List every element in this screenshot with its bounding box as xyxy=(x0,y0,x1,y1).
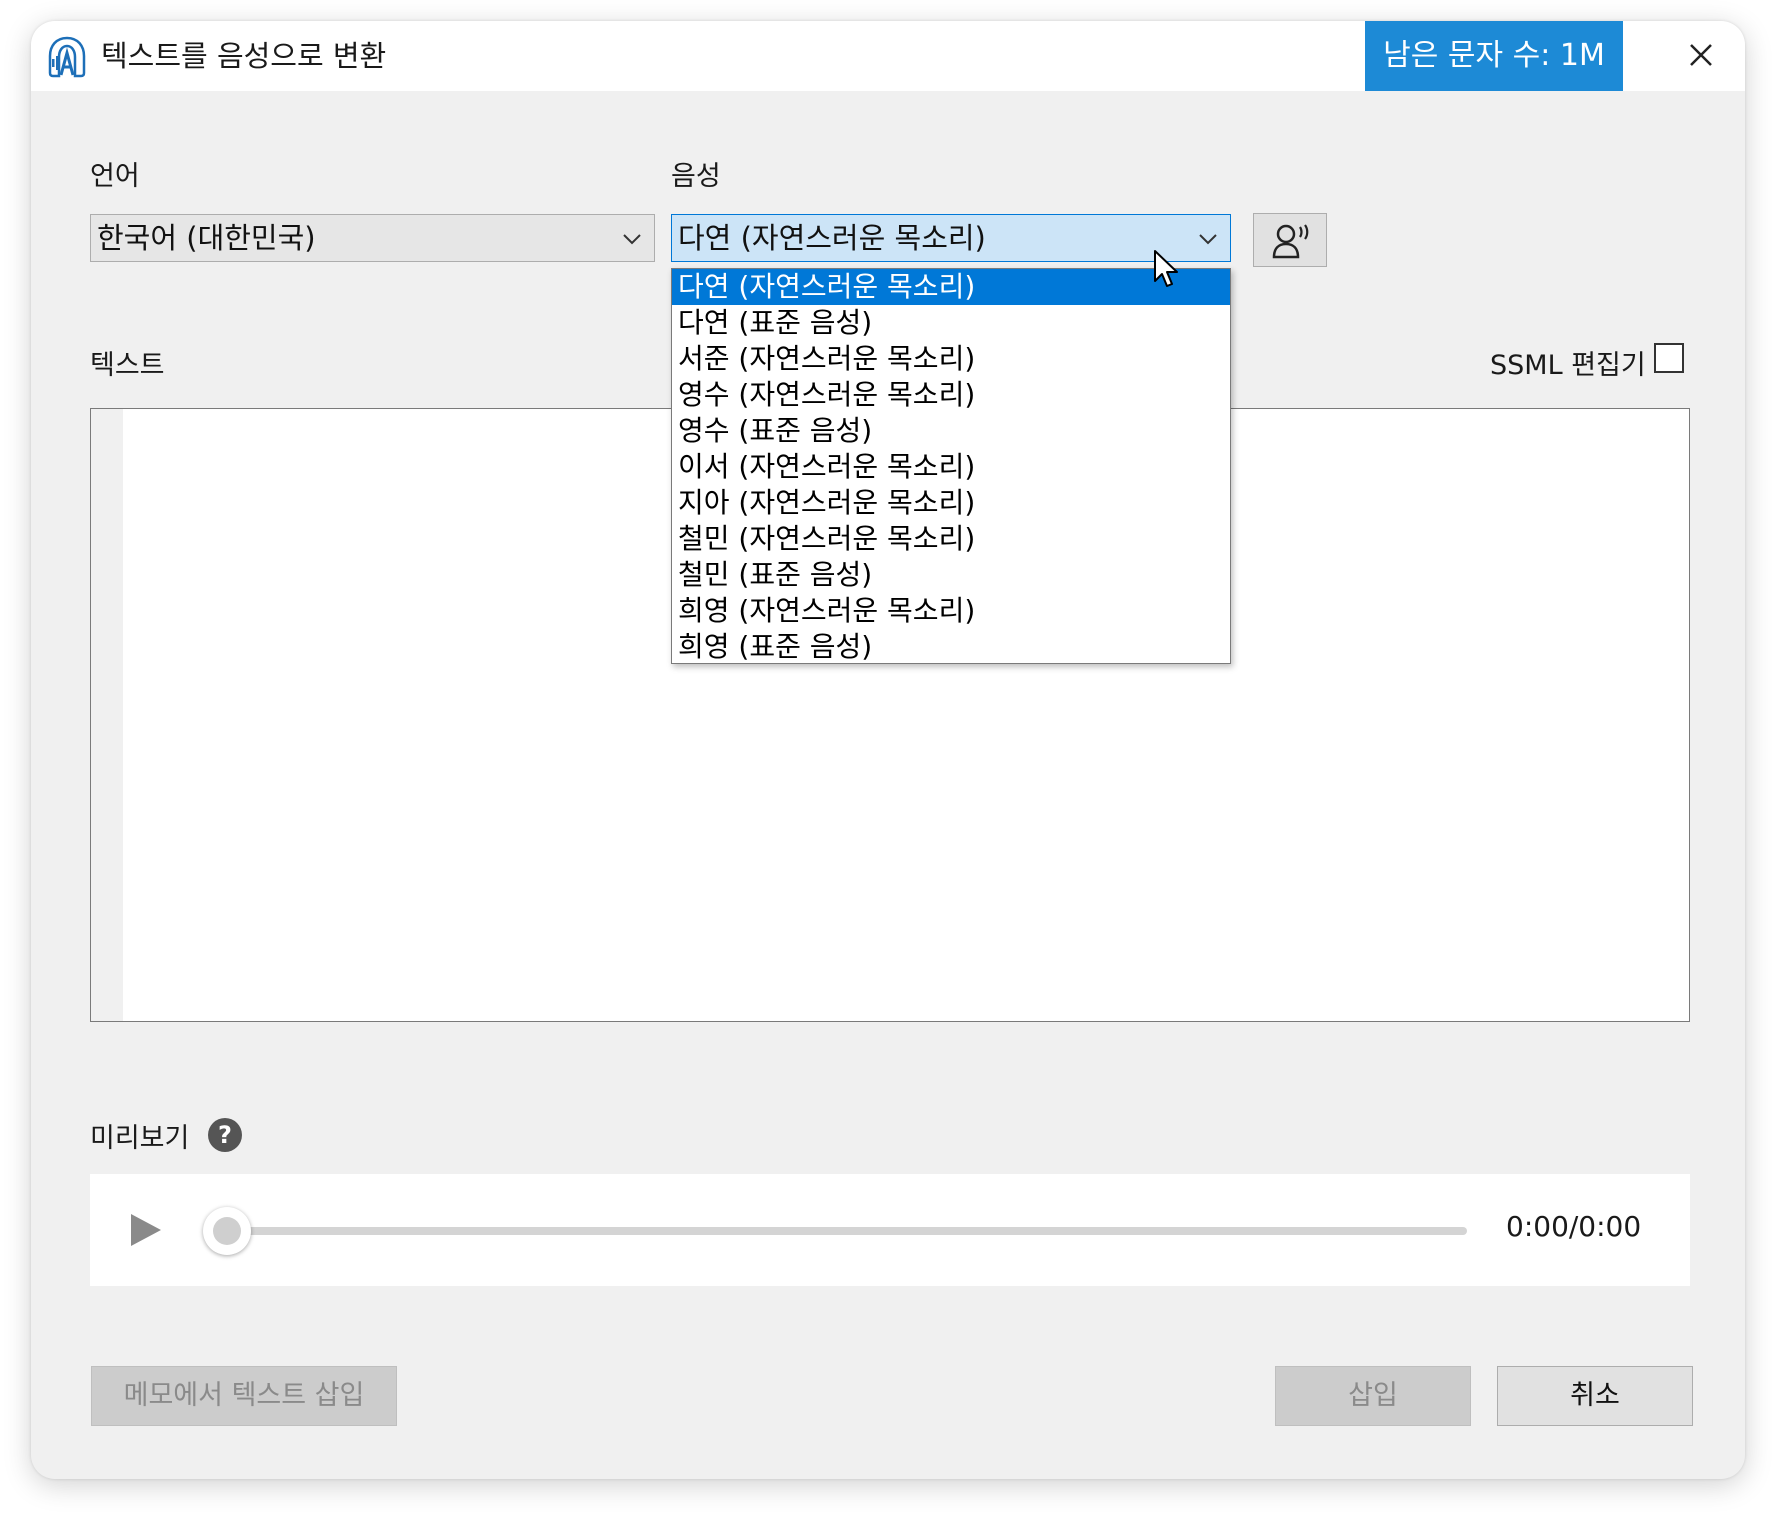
voice-select[interactable]: 다연 (자연스러운 목소리) xyxy=(671,214,1231,262)
text-label: 텍스트 xyxy=(90,350,165,381)
ssml-editor-label: SSML 편집기 xyxy=(1490,350,1646,381)
remaining-characters-badge: 남은 문자 수: 1M xyxy=(1365,21,1623,91)
playback-track[interactable] xyxy=(220,1227,1467,1235)
voice-option[interactable]: 지아 (자연스러운 목소리) xyxy=(672,485,1230,521)
voice-option[interactable]: 이서 (자연스러운 목소리) xyxy=(672,449,1230,485)
ssml-editor-checkbox[interactable] xyxy=(1654,343,1684,373)
voice-select-value: 다연 (자연스러운 목소리) xyxy=(678,221,986,255)
voice-option[interactable]: 영수 (자연스러운 목소리) xyxy=(672,377,1230,413)
voice-option[interactable]: 다연 (자연스러운 목소리) xyxy=(672,269,1230,305)
text-to-speech-dialog: 텍스트를 음성으로 변환 남은 문자 수: 1M 언어 한국어 (대한민국) 음… xyxy=(31,21,1745,1479)
window-title: 텍스트를 음성으로 변환 xyxy=(101,39,387,73)
voice-option[interactable]: 희영 (자연스러운 목소리) xyxy=(672,593,1230,629)
speaking-person-icon xyxy=(1272,224,1309,259)
voice-option[interactable]: 철민 (표준 음성) xyxy=(672,557,1230,593)
title-bar: 텍스트를 음성으로 변환 남은 문자 수: 1M xyxy=(31,21,1745,91)
mouse-pointer-icon xyxy=(1154,250,1178,287)
voice-option[interactable]: 철민 (자연스러운 목소리) xyxy=(672,521,1230,557)
playback-slider-thumb[interactable] xyxy=(203,1207,251,1255)
insert-button[interactable]: 삽입 xyxy=(1275,1366,1471,1426)
voice-dropdown-list: 다연 (자연스러운 목소리) 다연 (표준 음성) 서준 (자연스러운 목소리) 영수… xyxy=(671,268,1231,664)
voice-option[interactable]: 영수 (표준 음성) xyxy=(672,413,1230,449)
text-to-speech-icon xyxy=(48,36,86,78)
line-gutter xyxy=(91,409,123,1021)
voice-option[interactable]: 희영 (표준 음성) xyxy=(672,629,1230,665)
chevron-down-icon xyxy=(623,234,641,245)
voice-option[interactable]: 다연 (표준 음성) xyxy=(672,305,1230,341)
voice-option[interactable]: 서준 (자연스러운 목소리) xyxy=(672,341,1230,377)
play-icon[interactable] xyxy=(125,1210,165,1250)
playback-time: 0:00/0:00 xyxy=(1506,1210,1642,1243)
audio-player: 0:00/0:00 xyxy=(90,1174,1690,1286)
insert-from-memo-button[interactable]: 메모에서 텍스트 삽입 xyxy=(91,1366,397,1426)
voice-label: 음성 xyxy=(671,161,721,192)
language-select[interactable]: 한국어 (대한민국) xyxy=(90,214,655,262)
preview-label: 미리보기 xyxy=(90,1123,190,1154)
chevron-down-icon xyxy=(1199,234,1217,245)
language-label: 언어 xyxy=(90,161,140,192)
voice-preview-button[interactable] xyxy=(1253,213,1327,267)
cancel-button[interactable]: 취소 xyxy=(1497,1366,1693,1426)
close-icon[interactable] xyxy=(1681,35,1721,75)
language-select-value: 한국어 (대한민국) xyxy=(97,221,316,255)
help-icon[interactable]: ? xyxy=(208,1118,242,1152)
